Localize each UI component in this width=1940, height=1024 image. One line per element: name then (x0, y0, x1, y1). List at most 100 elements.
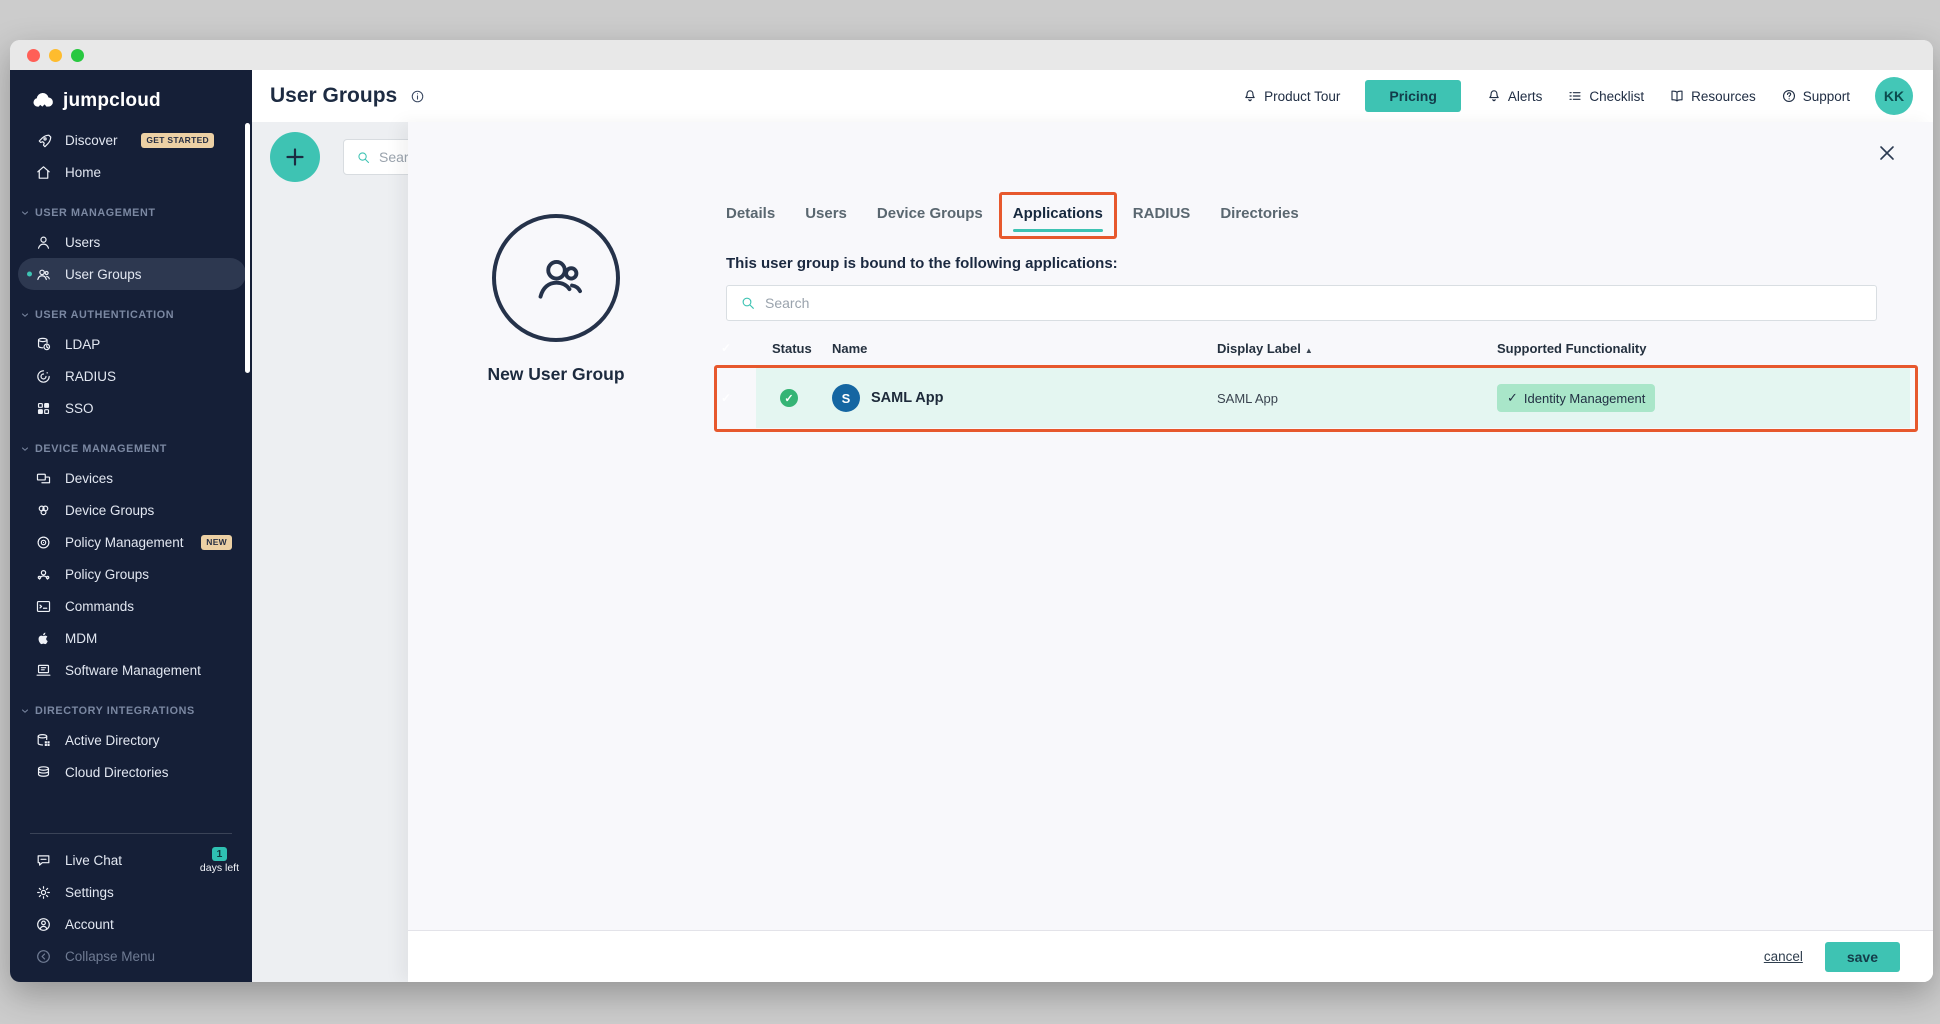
jumpcloud-logo[interactable]: jumpcloud (30, 88, 252, 114)
sidebar-section-user-authentication[interactable]: USER AUTHENTICATION (10, 302, 252, 328)
device-groups-icon (35, 502, 52, 519)
header-action-support[interactable]: Support (1781, 88, 1850, 104)
tab-label: Users (805, 205, 847, 222)
header-actions: Product Tour Pricing Alerts Checklist Resour… (1242, 77, 1913, 115)
sidebar-item-radius[interactable]: RADIUS (10, 360, 252, 392)
column-header-name[interactable]: Name (832, 341, 1217, 356)
sidebar-item-label: Software Management (65, 663, 201, 678)
section-title: USER MANAGEMENT (35, 207, 156, 219)
tab-label: Applications (1013, 205, 1103, 222)
sidebar-item-cloud-directories[interactable]: Cloud Directories (10, 756, 252, 788)
page-title: User Groups (270, 84, 397, 108)
checklist-icon (1567, 88, 1583, 104)
get-started-badge: GET STARTED (141, 133, 214, 148)
sidebar-section-user-management[interactable]: USER MANAGEMENT (10, 200, 252, 226)
sidebar-item-policy-management[interactable]: Policy ManagementNEW (10, 526, 252, 558)
sidebar-item-settings[interactable]: Settings (10, 876, 252, 908)
header-action-alerts[interactable]: Alerts (1486, 88, 1543, 104)
ldap-icon (35, 336, 52, 353)
sidebar-item-label: Device Groups (65, 503, 154, 518)
chevron-down-icon (20, 310, 30, 320)
applications-search-input[interactable] (765, 295, 1876, 311)
user-group-icon (35, 266, 52, 283)
tab-radius[interactable]: RADIUS (1133, 203, 1191, 224)
column-header-supported-functionality[interactable]: Supported Functionality (1497, 341, 1910, 356)
sort-asc-icon: ▲ (1305, 346, 1313, 355)
close-window-button[interactable] (27, 49, 40, 62)
applications-search (726, 285, 1877, 321)
pricing-button[interactable]: Pricing (1365, 80, 1460, 112)
sidebar-item-software-management[interactable]: Software Management (10, 654, 252, 686)
sidebar-item-label: Live Chat (65, 853, 122, 868)
sidebar-item-discover[interactable]: DiscoverGET STARTED (10, 124, 252, 156)
sidebar-item-live-chat[interactable]: Live Chat1days left (10, 844, 252, 876)
cloud-directories-icon (35, 764, 52, 781)
user-avatar[interactable]: KK (1875, 77, 1913, 115)
sidebar-section-directory-integrations[interactable]: DIRECTORY INTEGRATIONS (10, 698, 252, 724)
content-area: New User Group DetailsUsersDevice Groups… (252, 122, 1933, 982)
top-header: User Groups Product Tour Pricing Alerts Che… (252, 70, 1933, 122)
gear-icon (35, 884, 52, 901)
minimize-window-button[interactable] (49, 49, 62, 62)
tab-label: Details (726, 205, 775, 222)
sidebar-item-user-groups[interactable]: User Groups (18, 258, 246, 290)
sidebar-item-users[interactable]: Users (10, 226, 252, 258)
tab-applications[interactable]: Applications (1013, 203, 1103, 224)
days-left-label: days left (200, 862, 239, 874)
cancel-button[interactable]: cancel (1764, 949, 1803, 964)
header-action-resources[interactable]: Resources (1669, 88, 1756, 104)
account-icon (35, 916, 52, 933)
zoom-window-button[interactable] (71, 49, 84, 62)
tab-label: Directories (1220, 205, 1298, 222)
sidebar-scrollbar-thumb[interactable] (245, 123, 250, 373)
sidebar-item-label: Active Directory (65, 733, 160, 748)
radius-icon (35, 368, 52, 385)
applications-table: StatusNameDisplay Label▲Supported Functi… (726, 334, 1910, 428)
sidebar-item-commands[interactable]: Commands (10, 590, 252, 622)
search-icon (740, 295, 756, 311)
product-tour-icon (1242, 88, 1258, 104)
sidebar-item-ldap[interactable]: LDAP (10, 328, 252, 360)
plus-icon (283, 145, 307, 169)
software-management-icon (35, 662, 52, 679)
search-icon (356, 150, 371, 165)
add-user-group-button[interactable] (270, 132, 320, 182)
sidebar-item-devices[interactable]: Devices (10, 462, 252, 494)
sidebar-item-account[interactable]: Account (10, 908, 252, 940)
column-header-display-label[interactable]: Display Label▲ (1217, 341, 1497, 356)
devices-icon (35, 470, 52, 487)
app-name: SAML App (871, 390, 944, 406)
sidebar-item-label: MDM (65, 631, 97, 646)
sidebar-section-device-management[interactable]: DEVICE MANAGEMENT (10, 436, 252, 462)
header-action-product-tour[interactable]: Product Tour (1242, 88, 1340, 104)
sidebar-item-label: Users (65, 235, 100, 250)
logo-text: jumpcloud (63, 90, 161, 112)
sidebar-item-label: LDAP (65, 337, 100, 352)
column-header-status[interactable]: Status (772, 341, 832, 356)
sidebar-item-device-groups[interactable]: Device Groups (10, 494, 252, 526)
sidebar-item-label: Account (65, 917, 114, 932)
active-directory-icon (35, 732, 52, 749)
header-action-checklist[interactable]: Checklist (1567, 88, 1644, 104)
drawer-footer: cancel save (408, 930, 1933, 982)
table-row[interactable]: ✓ S SAML App SAML App ✓Identity Manageme… (726, 368, 1910, 428)
sidebar-item-policy-groups[interactable]: Policy Groups (10, 558, 252, 590)
tab-directories[interactable]: Directories (1220, 203, 1298, 224)
app-window: jumpcloud DiscoverGET STARTEDHome USER MA… (10, 40, 1933, 982)
action-label: Checklist (1589, 89, 1644, 104)
sidebar-item-label: SSO (65, 401, 94, 416)
sidebar-item-home[interactable]: Home (10, 156, 252, 188)
sidebar-item-sso[interactable]: SSO (10, 392, 252, 424)
check-icon: ✓ (1507, 390, 1518, 406)
rocket-icon (35, 132, 52, 149)
action-label: Alerts (1508, 89, 1543, 104)
tab-users[interactable]: Users (805, 203, 847, 224)
sidebar-item-mdm[interactable]: MDM (10, 622, 252, 654)
save-button[interactable]: save (1825, 942, 1900, 972)
info-icon[interactable] (410, 89, 425, 104)
tab-device-groups[interactable]: Device Groups (877, 203, 983, 224)
policy-groups-icon (35, 566, 52, 583)
sidebar-item-active-directory[interactable]: Active Directory (10, 724, 252, 756)
tab-details[interactable]: Details (726, 203, 775, 224)
user-icon (35, 234, 52, 251)
